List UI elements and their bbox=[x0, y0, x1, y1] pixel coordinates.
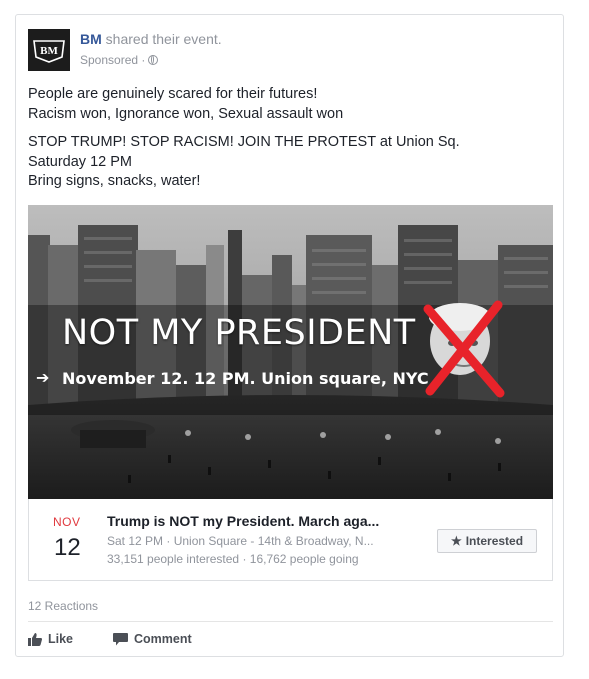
cover-subtitle: ➔ November 12. 12 PM. Union square, NYC bbox=[36, 368, 429, 388]
post-author-line: BM shared their event. bbox=[80, 31, 222, 47]
like-label: Like bbox=[48, 632, 74, 646]
reactions-count[interactable]: 12 Reactions bbox=[28, 599, 98, 613]
divider bbox=[28, 621, 553, 622]
post-text-line: Racism won, Ignorance won, Sexual assaul… bbox=[28, 105, 344, 122]
sponsored-label[interactable]: Sponsored · bbox=[80, 53, 145, 67]
author-name[interactable]: BM bbox=[80, 31, 102, 47]
event-month: NOV bbox=[53, 515, 81, 529]
post-text-line: STOP TRUMP! STOP RACISM! JOIN THE PROTES… bbox=[28, 134, 460, 150]
author-action: shared their event. bbox=[105, 31, 222, 47]
star-icon: ★ bbox=[450, 534, 462, 548]
event-stats: 33,151 people interested · 16,762 people… bbox=[107, 552, 359, 566]
post-text-line: Saturday 12 PM bbox=[28, 153, 132, 170]
cover-subtitle-text: November 12. 12 PM. Union square, NYC bbox=[62, 369, 429, 388]
event-day: 12 bbox=[54, 534, 81, 561]
event-title[interactable]: Trump is NOT my President. March aga... bbox=[107, 513, 379, 529]
post-card: BM BM shared their event. Sponsored · Pe… bbox=[15, 14, 564, 657]
event-cover-image[interactable]: NOT MY PRESIDENT ➔ November 12. 12 PM. U… bbox=[28, 205, 553, 499]
like-button[interactable]: Like bbox=[28, 632, 73, 646]
post-text: People are genuinely scared for their fu… bbox=[28, 85, 553, 192]
interested-button[interactable]: ★ Interested bbox=[437, 529, 537, 553]
post-actions: Like Comment bbox=[28, 632, 192, 646]
interested-label: Interested bbox=[465, 534, 524, 548]
bm-logo-icon: BM bbox=[33, 40, 65, 63]
comment-button[interactable]: Comment bbox=[113, 632, 192, 646]
arrow-icon: ➔ bbox=[36, 368, 50, 387]
event-details[interactable]: NOV 12 Trump is NOT my President. March … bbox=[28, 499, 553, 581]
cover-title: NOT MY PRESIDENT bbox=[62, 313, 416, 353]
event-details-line: Sat 12 PM · Union Square - 14th & Broadw… bbox=[107, 534, 374, 548]
comment-label: Comment bbox=[134, 632, 192, 646]
svg-text:BM: BM bbox=[40, 45, 58, 57]
globe-icon bbox=[148, 55, 159, 65]
post-meta: Sponsored · bbox=[80, 53, 159, 67]
avatar[interactable]: BM bbox=[28, 29, 70, 71]
post-text-line: People are genuinely scared for their fu… bbox=[28, 86, 318, 102]
thumbs-up-icon bbox=[28, 632, 42, 646]
comment-icon bbox=[113, 632, 129, 645]
post-text-line: Bring signs, snacks, water! bbox=[28, 173, 201, 189]
